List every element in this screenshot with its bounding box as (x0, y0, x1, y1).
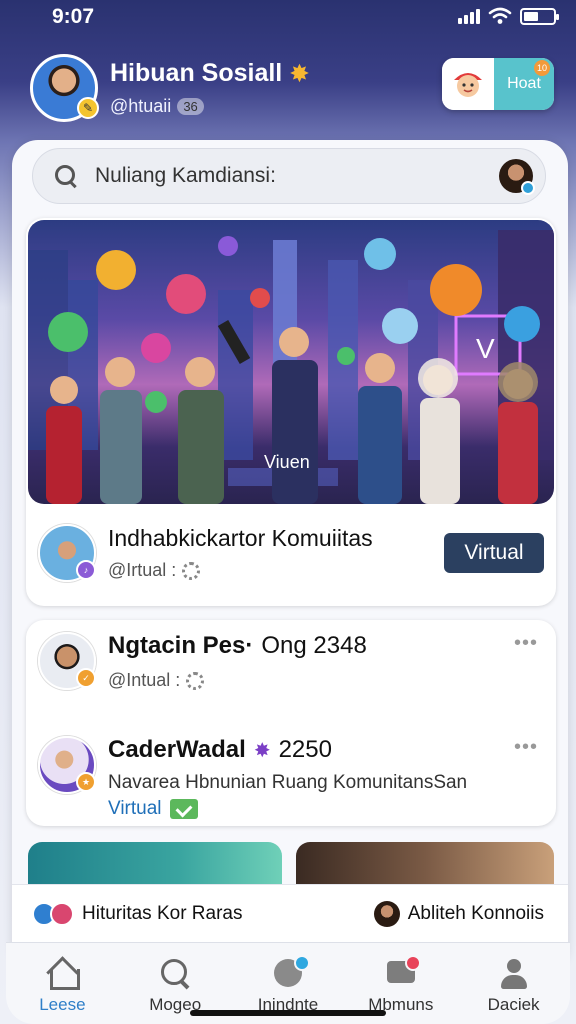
tab-home[interactable]: Leese (12, 957, 112, 1015)
more-options-icon[interactable]: ••• (514, 736, 538, 759)
avatar[interactable]: ★ (38, 736, 96, 794)
activity-left[interactable]: Hituritas Kor Raras (32, 901, 243, 926)
verified-badge-icon: ✸ (253, 739, 271, 762)
tab-search[interactable]: Mogeo (125, 957, 225, 1015)
avatar[interactable]: ✓ (38, 632, 96, 690)
list-item-subtitle: @Intual : (108, 670, 181, 690)
mascot-icon (442, 58, 494, 110)
list-item-title: Ngtacin Pes· (108, 632, 254, 659)
avatar (373, 900, 400, 927)
create-icon (270, 955, 310, 991)
tab-label: Daciek (487, 995, 540, 1014)
messages-icon (383, 955, 421, 991)
community-subtitle: @Irtual : (108, 560, 177, 580)
activity-right[interactable]: Abliteh Konnoiis (373, 900, 544, 927)
tab-profile[interactable]: Daciek (464, 957, 564, 1015)
header-action-button[interactable]: Hoat 10 (442, 58, 554, 110)
home-icon (44, 957, 81, 991)
hero-tag: Viuen (264, 452, 310, 472)
virtual-link[interactable]: Virtual (108, 798, 162, 820)
profile-icon (496, 957, 532, 991)
profile-name: Hibuan Sosiall (110, 59, 283, 87)
battery-icon (520, 7, 559, 25)
tab-create[interactable]: Inindnte (238, 955, 338, 1015)
search-avatar[interactable] (499, 159, 535, 195)
status-time: 9:07 (52, 5, 95, 28)
hero-image: V Viuen (28, 220, 554, 504)
list-item-description: Navarea Hbnunian Ruang KomunitansSan (108, 772, 468, 793)
status-bar: 9:07 (0, 0, 576, 36)
activity-bar: Hituritas Kor Raras Abliteh Konnoiis (12, 884, 568, 942)
activity-list-card: ✓ Ngtacin Pes· Ong 2348 @Intual : ••• ★ … (26, 620, 556, 826)
notification-badge: 10 (534, 60, 550, 76)
featured-community-card[interactable]: V Viuen ♪ Indhabkickartor Komuiitas @Irt… (26, 218, 556, 606)
check-icon (169, 799, 198, 819)
search-bar[interactable] (32, 148, 546, 204)
activity-left-text: Hituritas Kor Raras (82, 902, 243, 924)
edit-badge-icon: ✎ (77, 97, 99, 119)
list-item-count: Ong 2348 (261, 632, 367, 659)
tab-messages[interactable]: Mbmuns (351, 955, 451, 1015)
virtual-button[interactable]: Virtual (444, 533, 544, 573)
more-options-icon[interactable]: ••• (514, 632, 538, 655)
community-title: Indhabkickartor Komuiitas (108, 525, 373, 551)
home-indicator[interactable] (190, 1010, 386, 1016)
profile-handle: @htuaii (110, 96, 172, 116)
list-item[interactable]: ★ CaderWadal ✸ 2250 Navarea Hbnunian Rua… (38, 736, 544, 820)
activity-right-text: Abliteh Konnoiis (407, 902, 544, 924)
svg-text:V: V (476, 333, 495, 364)
list-item-count: 2250 (278, 736, 332, 763)
tab-label: Leese (39, 995, 86, 1014)
search-icon (53, 163, 79, 189)
list-item-title: CaderWadal (108, 736, 246, 763)
sparkle-icon: ✸ (290, 60, 309, 86)
gear-icon (182, 561, 201, 580)
search-icon (157, 957, 193, 991)
signal-icon (458, 8, 480, 24)
profile-header[interactable]: ✎ Hibuan Sosiall ✸ @htuaii 36 (30, 52, 309, 124)
status-icons (458, 7, 559, 25)
heart-icon (50, 901, 74, 926)
list-item[interactable]: ✓ Ngtacin Pes· Ong 2348 @Intual : ••• (38, 632, 544, 691)
search-input[interactable] (95, 164, 499, 188)
community-avatar[interactable]: ♪ (38, 524, 96, 582)
header-action-label: Hoat (507, 75, 541, 92)
wifi-icon (488, 7, 512, 24)
gear-icon (186, 671, 205, 690)
avatar[interactable]: ✎ (30, 54, 99, 122)
handle-count: 36 (177, 98, 204, 115)
